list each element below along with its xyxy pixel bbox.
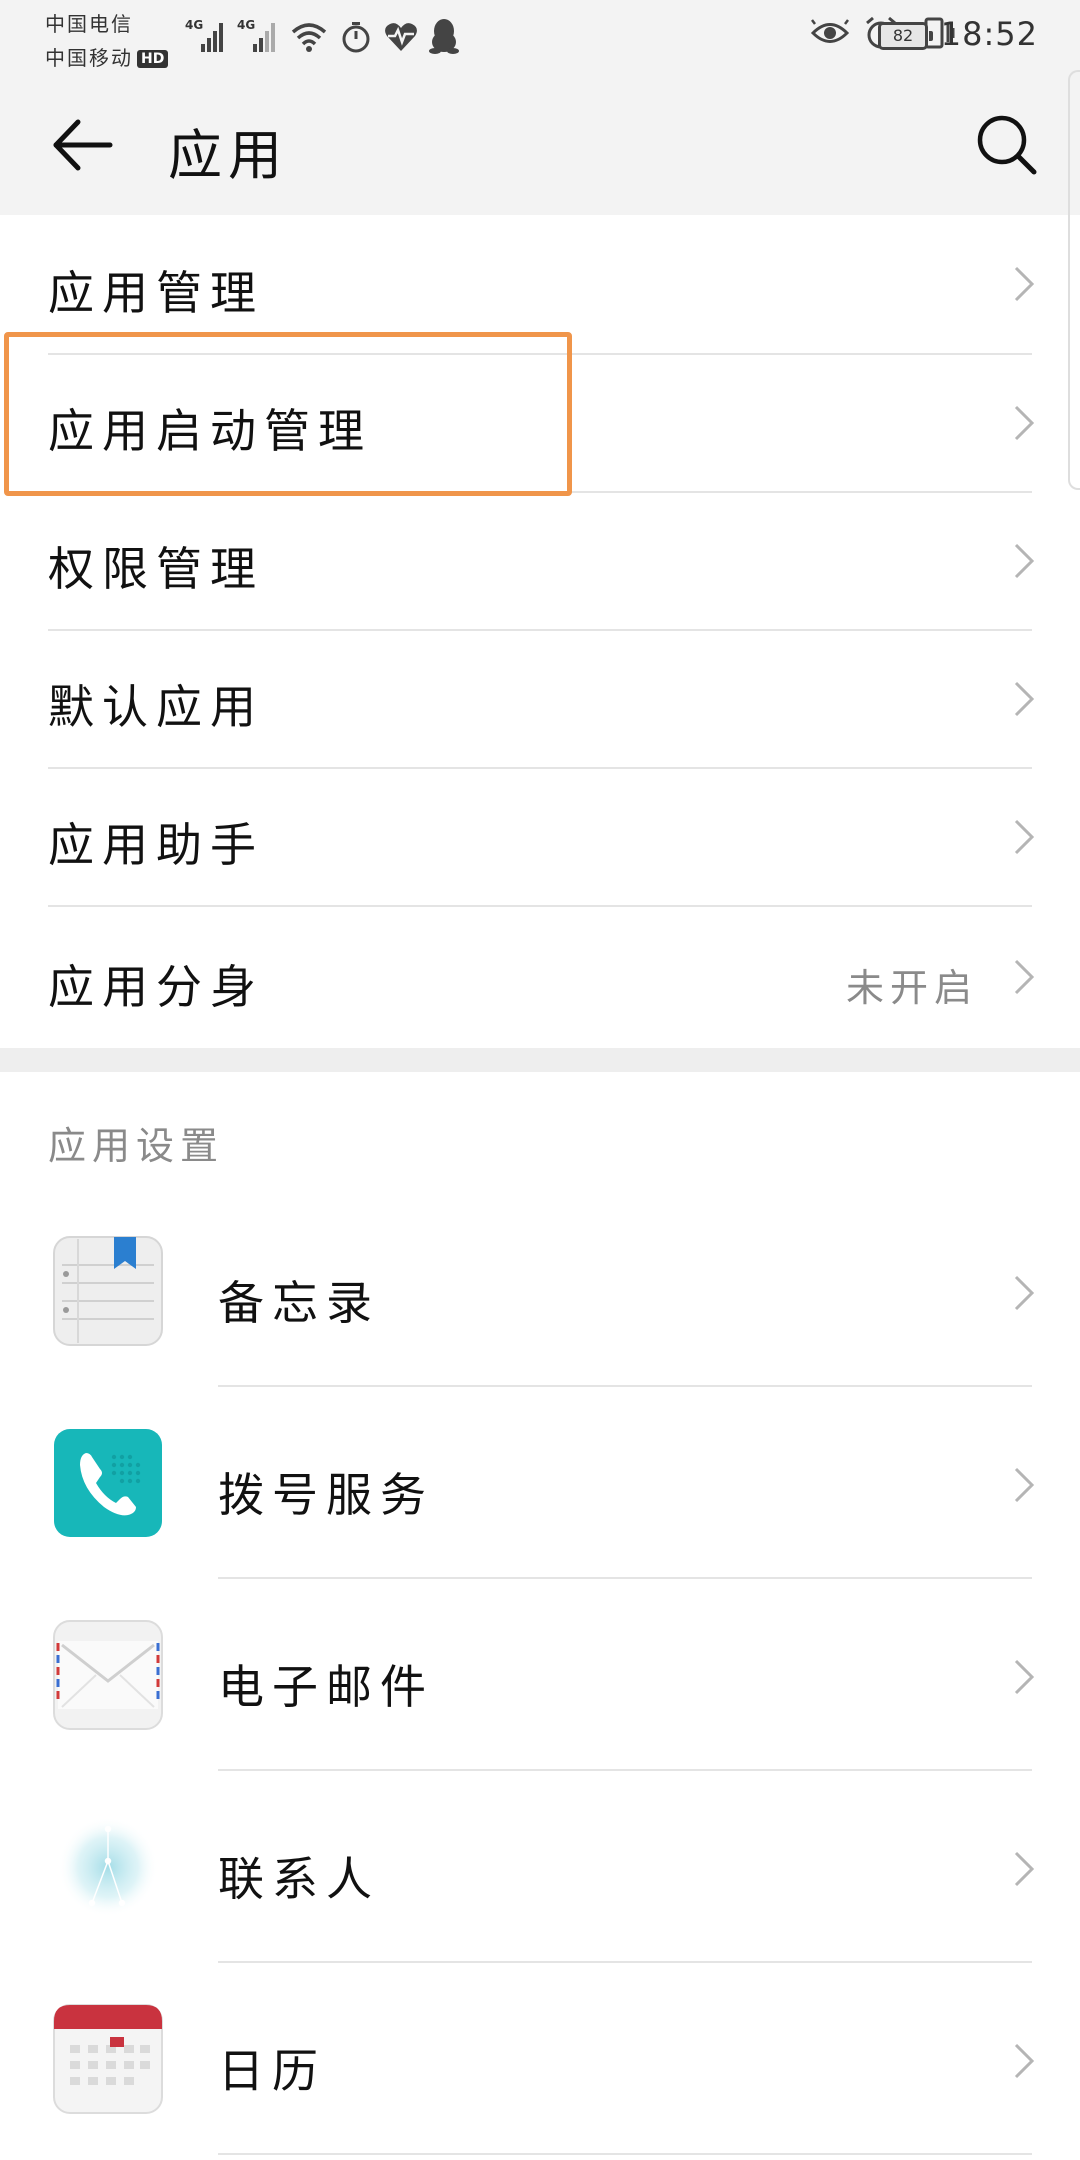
app-row-notes[interactable]: 备忘录 bbox=[0, 1195, 1080, 1385]
contacts-icon bbox=[58, 1817, 158, 1917]
app-row-contacts[interactable]: 联系人 bbox=[0, 1771, 1080, 1961]
chevron-right-icon bbox=[1014, 266, 1035, 302]
email-icon bbox=[53, 1620, 163, 1730]
status-icons-left: 4G 4G bbox=[185, 12, 459, 58]
menu-item-permission-management[interactable]: 权限管理 bbox=[0, 493, 1080, 629]
signal-1-label: 4G bbox=[185, 18, 203, 32]
menu-item-label: 应用分身 bbox=[48, 960, 264, 1014]
timer-icon bbox=[339, 20, 373, 58]
app-row-dialer[interactable]: 拨号服务 bbox=[0, 1387, 1080, 1577]
clock: 18:52 bbox=[940, 15, 1038, 53]
back-arrow-icon[interactable] bbox=[48, 110, 118, 180]
app-row-email[interactable]: 电子邮件 bbox=[0, 1579, 1080, 1769]
signal-1-icon: 4G bbox=[185, 18, 227, 58]
menu-item-label: 应用启动管理 bbox=[48, 404, 372, 458]
menu-item-label: 权限管理 bbox=[48, 542, 264, 596]
app-label: 拨号服务 bbox=[218, 1468, 434, 1522]
carrier-2-label: 中国移动 HD bbox=[45, 42, 169, 71]
chevron-right-icon bbox=[1014, 819, 1035, 855]
hd-badge: HD bbox=[137, 50, 169, 68]
chevron-right-icon bbox=[1014, 405, 1035, 441]
menu-item-app-twin[interactable]: 应用分身 未开启 bbox=[0, 907, 1080, 1048]
menu-item-label: 应用助手 bbox=[48, 818, 264, 872]
menu-item-app-launch-management[interactable]: 应用启动管理 bbox=[0, 355, 1080, 491]
phone-icon bbox=[54, 1429, 162, 1537]
app-label: 日历 bbox=[218, 2044, 326, 2098]
battery-indicator: 82 bbox=[878, 22, 933, 50]
chevron-right-icon bbox=[1014, 2043, 1035, 2079]
carrier-2-text: 中国移动 bbox=[45, 46, 133, 70]
app-label: 联系人 bbox=[218, 1852, 380, 1906]
menu-item-label: 应用管理 bbox=[48, 266, 264, 320]
chevron-right-icon bbox=[1014, 543, 1035, 579]
search-icon[interactable] bbox=[972, 110, 1042, 180]
chevron-right-icon bbox=[1014, 1467, 1035, 1503]
app-label: 备忘录 bbox=[218, 1276, 380, 1330]
menu-item-app-management[interactable]: 应用管理 bbox=[0, 215, 1080, 353]
carrier-1-label: 中国电信 bbox=[45, 12, 133, 36]
section-header-app-settings: 应用设置 bbox=[48, 1124, 225, 1168]
chevron-right-icon bbox=[1014, 959, 1035, 995]
section-separator bbox=[0, 1048, 1080, 1072]
calendar-icon bbox=[53, 2004, 163, 2114]
chevron-right-icon bbox=[1014, 1851, 1035, 1887]
chevron-right-icon bbox=[1014, 681, 1035, 717]
chevron-right-icon bbox=[1014, 1275, 1035, 1311]
menu-item-default-apps[interactable]: 默认应用 bbox=[0, 631, 1080, 767]
qq-penguin-icon bbox=[429, 18, 459, 58]
divider bbox=[218, 2153, 1032, 2155]
app-bar: 应用 bbox=[0, 75, 1080, 215]
app-twin-status: 未开启 bbox=[845, 966, 978, 1010]
app-settings-screen: 中国电信 中国移动 HD 4G 4G 82 18:52 应用 应用管理 应用启动… bbox=[0, 0, 1080, 2160]
eye-comfort-icon bbox=[810, 18, 850, 52]
page-title: 应用 bbox=[168, 124, 288, 187]
app-label: 电子邮件 bbox=[218, 1660, 434, 1714]
menu-item-label: 默认应用 bbox=[48, 680, 264, 734]
signal-2-icon: 4G bbox=[237, 18, 279, 58]
chevron-right-icon bbox=[1014, 1659, 1035, 1695]
app-row-calendar[interactable]: 日历 bbox=[0, 1963, 1080, 2153]
menu-item-app-assistant[interactable]: 应用助手 bbox=[0, 769, 1080, 905]
wifi-icon bbox=[289, 20, 329, 58]
heart-rate-icon bbox=[383, 20, 419, 58]
notepad-icon bbox=[53, 1236, 163, 1346]
signal-2-label: 4G bbox=[237, 18, 255, 32]
status-bar: 中国电信 中国移动 HD 4G 4G 82 18:52 bbox=[0, 0, 1080, 75]
